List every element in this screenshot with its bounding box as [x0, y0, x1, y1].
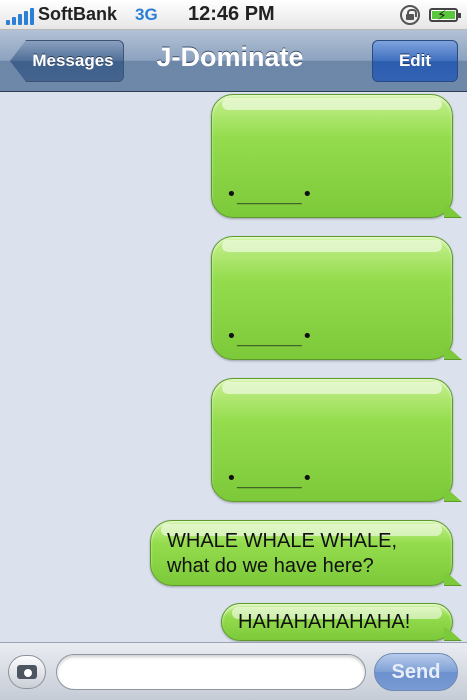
bubble-tail: [444, 204, 462, 218]
message-text: •______•: [226, 468, 313, 489]
message-bubble-3[interactable]: •______•: [211, 378, 462, 502]
message-text: •______•: [226, 184, 313, 205]
back-to-messages-button[interactable]: Messages: [10, 40, 124, 82]
bubble-tail: [444, 627, 462, 641]
message-bubble-4[interactable]: WHALE WHALE WHALE, what do we have here?: [150, 520, 462, 586]
rotation-lock-icon: [400, 5, 420, 25]
navigation-bar: Messages J-Dominate Edit: [0, 30, 467, 92]
message-bubble-2[interactable]: •______•: [211, 236, 462, 360]
bubble-tail: [444, 488, 462, 502]
compose-bar: Send: [0, 642, 467, 700]
message-text: •______•: [226, 326, 313, 347]
battery-bolt-icon: ⚡: [437, 7, 447, 23]
conversation-title: J-Dominate: [156, 42, 304, 72]
camera-icon[interactable]: [8, 655, 46, 689]
carrier-name: SoftBank: [38, 4, 118, 24]
bubble-tail: [444, 572, 462, 586]
message-input[interactable]: [56, 654, 366, 690]
status-time: 12:46 PM: [188, 3, 275, 25]
send-button[interactable]: Send: [374, 653, 458, 691]
network-type: 3G: [135, 5, 158, 24]
message-thread[interactable]: •______• •______• •______• WHALE WHALE W…: [0, 92, 467, 641]
edit-button[interactable]: Edit: [372, 40, 458, 82]
message-bubble-1[interactable]: •______•: [211, 94, 462, 218]
status-bar: SoftBank 3G 12:46 PM ⚡: [0, 0, 467, 30]
message-text: HAHAHAHAHAHA!: [238, 611, 411, 633]
bubble-tail: [444, 346, 462, 360]
message-bubble-5[interactable]: HAHAHAHAHAHA!: [221, 603, 462, 641]
message-text: WHALE WHALE WHALE, what do we have here?: [167, 530, 398, 577]
signal-icon: [6, 8, 34, 25]
